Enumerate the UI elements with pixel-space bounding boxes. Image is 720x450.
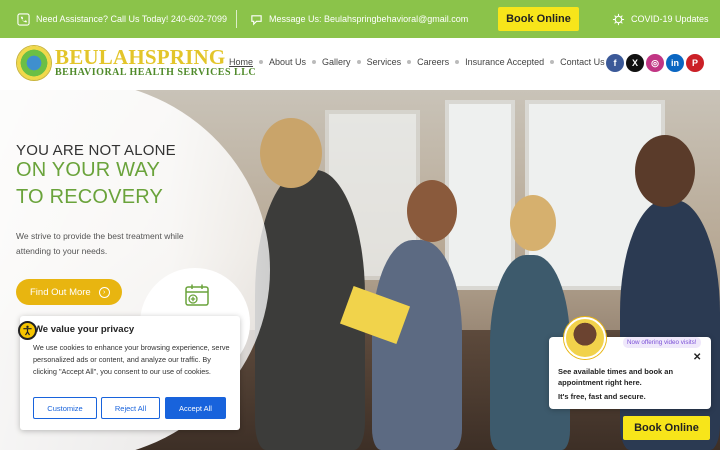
covid-text: COVID-19 Updates (631, 14, 709, 24)
x-twitter-icon[interactable]: X (626, 54, 644, 72)
pinterest-icon[interactable]: P (686, 54, 704, 72)
nav-separator (455, 60, 460, 64)
hero-heading-line-1: YOU ARE NOT ALONE (16, 142, 176, 159)
accessibility-figure-icon (23, 325, 32, 336)
phone-icon (17, 12, 30, 26)
photo-person-head (510, 195, 556, 251)
linkedin-icon[interactable]: in (666, 54, 684, 72)
instagram-icon[interactable]: ◎ (646, 54, 664, 72)
photo-person-head (407, 180, 457, 242)
video-visits-badge: Now offering video visits! (623, 337, 701, 348)
find-out-more-label: Find Out More (30, 286, 91, 298)
nav-item-insurance[interactable]: Insurance Accepted (465, 57, 544, 67)
customize-button[interactable]: Customize (33, 397, 97, 419)
photo-person-head (260, 118, 322, 188)
logo-title[interactable]: BEULAHSPRING (55, 46, 225, 68)
site-header: BEULAHSPRING BEHAVIORAL HEALTH SERVICES … (0, 38, 720, 90)
close-icon[interactable]: ✕ (693, 352, 701, 363)
arrow-right-icon: › (98, 286, 110, 298)
top-bar: Need Assistance? Call Us Today! 240-602-… (0, 0, 720, 38)
message-email[interactable]: Message Us: Beulahspringbehavioral@gmail… (250, 0, 468, 38)
message-text: Message Us: Beulahspringbehavioral@gmail… (269, 14, 469, 24)
calendar-plus-icon (185, 284, 209, 306)
logo-emblem-icon[interactable] (16, 45, 52, 81)
background-window (445, 100, 515, 290)
topbar-divider (236, 10, 237, 28)
hero-description: We strive to provide the best treatment … (16, 231, 184, 256)
reject-all-button[interactable]: Reject All (101, 397, 160, 419)
accessibility-icon[interactable] (18, 321, 37, 340)
covid-updates-link[interactable]: COVID-19 Updates (612, 0, 709, 38)
chat-subtext: It's free, fast and secure. (558, 392, 646, 401)
main-nav: Home About Us Gallery Services Careers I… (229, 57, 605, 67)
nav-item-services[interactable]: Services (367, 57, 402, 67)
find-out-more-button[interactable]: Find Out More › (16, 279, 122, 305)
nav-item-about-us[interactable]: About Us (269, 57, 306, 67)
cookie-consent-banner: We value your privacy We use cookies to … (20, 316, 240, 430)
book-online-top-button[interactable]: Book Online (498, 7, 579, 31)
assistance-text: Need Assistance? Call Us Today! 240-602-… (36, 14, 227, 24)
cookie-description: We use cookies to enhance your browsing … (33, 343, 230, 376)
nav-separator (259, 60, 264, 64)
hero-heading-line-2: ON YOUR WAY (16, 159, 161, 181)
nav-separator (356, 60, 361, 64)
photo-person-head (635, 135, 695, 207)
hero-heading-line-3: TO RECOVERY (16, 186, 164, 208)
nav-item-gallery[interactable]: Gallery (322, 57, 351, 67)
nav-separator (312, 60, 317, 64)
cookie-title: We value your privacy (34, 324, 135, 335)
chat-message-icon (251, 14, 262, 25)
photo-person (372, 240, 462, 450)
chat-message: See available times and book an appointm… (558, 367, 674, 387)
nav-item-contact-us[interactable]: Contact Us (560, 57, 605, 67)
facebook-icon[interactable]: f (606, 54, 624, 72)
nav-item-careers[interactable]: Careers (417, 57, 449, 67)
nav-separator (550, 60, 555, 64)
virus-icon (612, 13, 625, 25)
logo-subtitle: BEHAVIORAL HEALTH SERVICES LLC (55, 67, 257, 78)
photo-person (620, 200, 720, 450)
nav-separator (407, 60, 412, 64)
assistance-phone[interactable]: Need Assistance? Call Us Today! 240-602-… (17, 0, 227, 38)
accept-all-button[interactable]: Accept All (165, 397, 226, 419)
book-online-bottom-button[interactable]: Book Online (623, 416, 710, 440)
nav-item-home[interactable]: Home (229, 57, 253, 67)
provider-avatar (564, 317, 606, 359)
